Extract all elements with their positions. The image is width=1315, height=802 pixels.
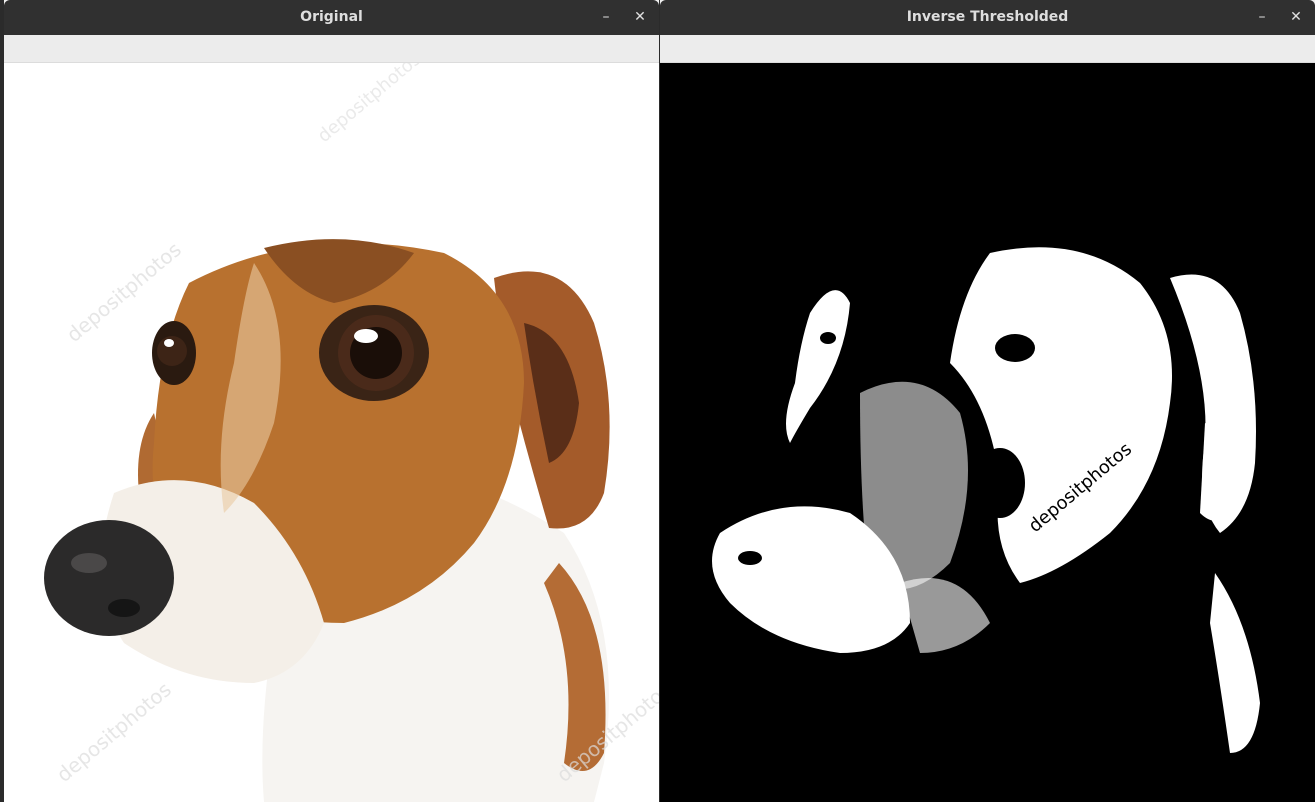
inverse-thresholded-window: Inverse Thresholded – ✕ depositphotos xyxy=(660,0,1315,802)
image-canvas: depositphotos xyxy=(660,63,1315,802)
image-canvas: depositphotos depositphotos depositphoto… xyxy=(4,63,659,802)
minimize-button[interactable]: – xyxy=(595,7,617,29)
titlebar[interactable]: Inverse Thresholded – ✕ xyxy=(660,0,1315,35)
minimize-button[interactable]: – xyxy=(1251,7,1273,29)
dog-thresholded-image: depositphotos xyxy=(660,63,1315,802)
close-button[interactable]: ✕ xyxy=(629,7,651,29)
svg-text:depositphotos: depositphotos xyxy=(314,63,425,147)
toolbar xyxy=(660,35,1315,63)
svg-text:depositphotos: depositphotos xyxy=(52,677,176,787)
titlebar[interactable]: Original – ✕ xyxy=(4,0,659,35)
toolbar xyxy=(4,35,659,63)
close-button[interactable]: ✕ xyxy=(1285,7,1307,29)
dog-photo: depositphotos depositphotos depositphoto… xyxy=(44,63,659,802)
original-window: Original – ✕ depositphotos depositphotos… xyxy=(4,0,659,802)
window-title: Inverse Thresholded xyxy=(906,9,1069,25)
window-title: Original xyxy=(300,9,363,25)
